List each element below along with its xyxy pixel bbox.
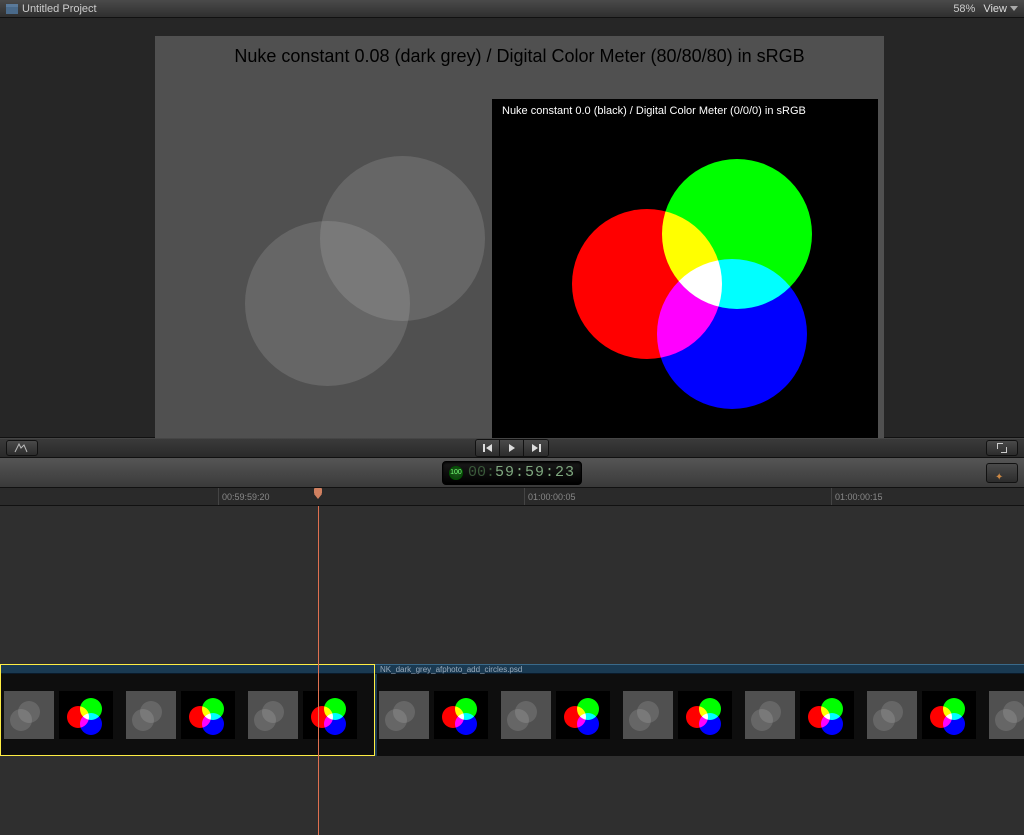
ruler-tick: 00:59:59:20 (218, 488, 270, 505)
filmstrip-frame (741, 674, 863, 756)
project-title: Untitled Project (22, 3, 97, 15)
title-bar: Untitled Project 58% View (0, 0, 1024, 18)
filmstrip-frame (244, 674, 375, 756)
playhead-handle[interactable] (313, 488, 323, 498)
view-label: View (983, 3, 1007, 15)
viewer-area: Nuke constant 0.08 (dark grey) / Digital… (0, 18, 1024, 438)
timeline-ruler[interactable]: 00:59:59:20 01:00:00:05 01:00:00:15 (0, 488, 1024, 506)
viewer-caption: Nuke constant 0.08 (dark grey) / Digital… (155, 46, 884, 67)
black-panel-caption: Nuke constant 0.0 (black) / Digital Colo… (502, 105, 806, 117)
zoom-dropdown[interactable]: 58% (953, 3, 983, 15)
filmstrip-frame (985, 674, 1024, 756)
timeline-area[interactable]: NK_dark_grey_afphoto_add_circles.psd (0, 506, 1024, 835)
timecode-prefix: 00: (468, 464, 495, 481)
chevron-down-icon (1010, 6, 1018, 11)
speed-badge: 100 (449, 466, 463, 480)
video-track[interactable]: NK_dark_grey_afphoto_add_circles.psd (0, 664, 1024, 756)
wand-icon (995, 467, 1007, 479)
filmstrip-frame (375, 674, 497, 756)
playback-controls (475, 439, 549, 457)
play-button[interactable] (500, 440, 524, 456)
fullscreen-button[interactable] (986, 440, 1018, 456)
viewer-tool-button[interactable] (6, 440, 38, 456)
timecode-value: 59:59:23 (495, 464, 575, 481)
playhead-line (318, 506, 319, 835)
project-icon (6, 3, 18, 15)
filmstrip-frame (122, 674, 244, 756)
filmstrip[interactable] (0, 674, 1024, 756)
rgb-venn-graphic (572, 149, 812, 389)
prev-frame-button[interactable] (476, 440, 500, 456)
view-dropdown[interactable]: View (983, 3, 1018, 15)
zoom-value: 58% (953, 3, 975, 15)
filmstrip-frame (863, 674, 985, 756)
clip-header-row: NK_dark_grey_afphoto_add_circles.psd (0, 664, 1024, 674)
filmstrip-frame (0, 674, 122, 756)
next-frame-button[interactable] (524, 440, 548, 456)
gray-circles-graphic (245, 156, 505, 376)
timecode-toolbar: 100 00:59:59:23 (0, 458, 1024, 488)
viewer-canvas[interactable]: Nuke constant 0.08 (dark grey) / Digital… (155, 36, 884, 448)
black-panel: Nuke constant 0.0 (black) / Digital Colo… (492, 99, 878, 441)
transport-bar (0, 438, 1024, 458)
tools-button[interactable] (986, 463, 1018, 483)
expand-icon (997, 443, 1007, 453)
ruler-tick: 01:00:00:15 (831, 488, 883, 505)
filmstrip-frame (497, 674, 619, 756)
ruler-tick: 01:00:00:05 (524, 488, 576, 505)
timecode-display[interactable]: 100 00:59:59:23 (442, 461, 582, 485)
filmstrip-frame (619, 674, 741, 756)
clip-boundary[interactable] (375, 674, 377, 756)
